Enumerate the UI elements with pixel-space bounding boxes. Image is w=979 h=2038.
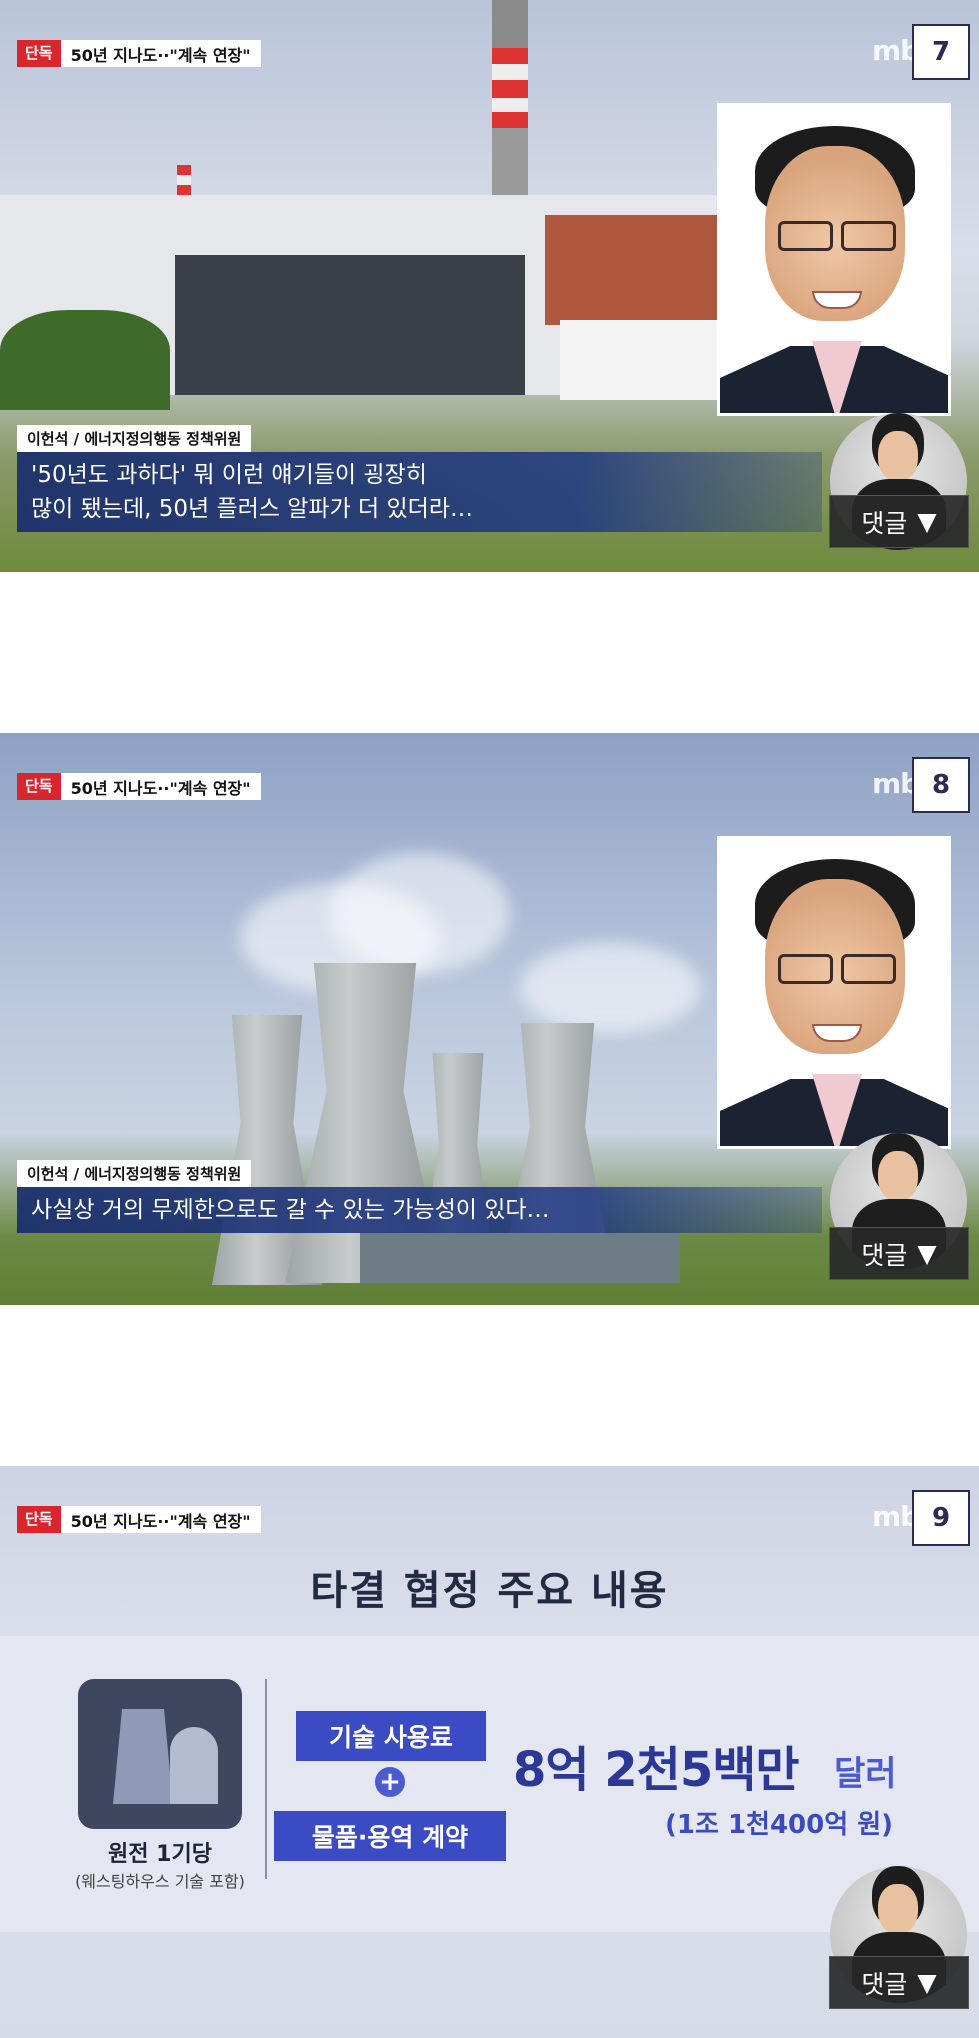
dome-shape [170,1727,218,1804]
video-frame-9: 단독 50년 지나도··"계속 연장" mb 9 타결 협정 주요 내용 원전 … [0,1466,979,2038]
divider [265,1679,267,1879]
exclusive-tag: 단독 50년 지나도··"계속 연장" [17,773,261,800]
speaker-portrait [717,103,951,416]
office-building [175,255,525,395]
headline-label: 50년 지나도··"계속 연장" [70,778,251,798]
chevron-down-icon: ▼ [917,1239,937,1268]
chevron-down-icon: ▼ [917,507,937,536]
comment-label: 댓글 [861,508,908,538]
exclusive-label: 단독 [17,40,61,67]
icon-sublabel: (웨스팅하우스 기술 포함) [75,1872,245,1891]
tech-fee-chip: 기술 사용료 [296,1711,486,1761]
icon-label: 원전 1기당 [108,1842,212,1867]
subtitle-line: 사실상 거의 무제한으로도 갈 수 있는 가능성이 있다… [31,1197,550,1223]
subtitle-line: 많이 됐는데, 50년 플러스 알파가 더 있더라… [31,496,474,522]
chimney [492,0,528,200]
headline-label: 50년 지나도··"계속 연장" [70,1511,251,1531]
video-frame-7: 단독 50년 지나도··"계속 연장" mb 7 이헌석 / 에너지정의행동 정… [0,0,979,572]
exclusive-tag: 단독 50년 지나도··"계속 연장" [17,40,261,67]
plant-building [360,1233,680,1283]
infographic-title: 타결 협정 주요 내용 [310,1568,669,1614]
reactor-shape [113,1709,173,1804]
image-number: 9 [912,1490,970,1546]
exclusive-tag: 단독 50년 지나도··"계속 연장" [17,1506,261,1533]
video-frame-8: 단독 50년 지나도··"계속 연장" mb 8 이헌석 / 에너지정의행동 정… [0,733,979,1305]
steam [330,853,510,973]
glasses [778,954,896,984]
comment-label: 댓글 [861,1240,908,1270]
amount-krw: (1조 1천400억 원) [665,1810,894,1840]
lower-third: 이헌석 / 에너지정의행동 정책위원 사실상 거의 무제한으로도 갈 수 있는 … [17,1160,822,1233]
plus-icon: + [375,1767,405,1797]
comment-button[interactable]: 댓글 ▼ [829,1956,969,2009]
comment-label: 댓글 [861,1969,908,1999]
subtitle-line: '50년도 과하다' 뭐 이런 얘기들이 굉장히 [31,462,427,488]
nuclear-plant-icon [78,1679,242,1829]
speaker-portrait [717,836,951,1149]
brick-building [545,215,720,325]
speaker-name: 이헌석 / 에너지정의행동 정책위원 [17,1160,252,1187]
comment-button[interactable]: 댓글 ▼ [829,495,969,548]
comment-button[interactable]: 댓글 ▼ [829,1227,969,1280]
exclusive-label: 단독 [17,1506,61,1533]
chevron-down-icon: ▼ [917,1968,937,1997]
exclusive-label: 단독 [17,773,61,800]
amount-unit: 달러 [834,1754,897,1794]
speaker-name: 이헌석 / 에너지정의행동 정책위원 [17,425,252,452]
subtitle: 사실상 거의 무제한으로도 갈 수 있는 가능성이 있다… [17,1187,822,1233]
trees [0,310,170,410]
white-building [560,320,720,400]
glasses [778,221,896,251]
headline-label: 50년 지나도··"계속 연장" [70,45,251,65]
amount-value: 8억 2천5백만 [513,1742,800,1798]
goods-services-chip: 물품·용역 계약 [274,1811,506,1861]
steam [520,943,700,1033]
image-number: 8 [912,757,970,813]
lower-third: 이헌석 / 에너지정의행동 정책위원 '50년도 과하다' 뭐 이런 얘기들이 … [17,425,822,532]
image-number: 7 [912,24,970,80]
subtitle: '50년도 과하다' 뭐 이런 얘기들이 굉장히 많이 됐는데, 50년 플러스… [17,452,822,532]
